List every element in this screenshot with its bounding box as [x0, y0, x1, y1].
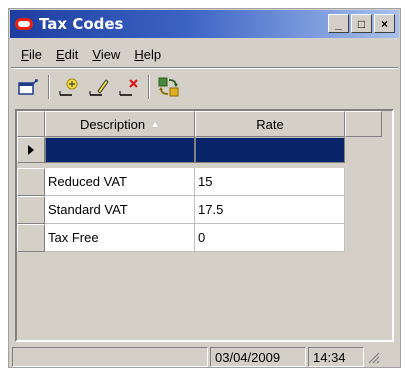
rate-cell[interactable]: 0	[195, 224, 345, 252]
resize-grip-icon[interactable]	[364, 347, 380, 367]
new-rate-cell[interactable]	[195, 137, 345, 163]
refresh-icon[interactable]	[156, 74, 182, 100]
menu-edit[interactable]: Edit	[49, 47, 85, 62]
table-row[interactable]: Standard VAT 17.5	[17, 196, 345, 224]
edit-record-icon[interactable]	[86, 74, 112, 100]
delete-record-icon[interactable]	[116, 74, 142, 100]
description-cell[interactable]: Tax Free	[45, 224, 195, 252]
menu-bar: File Edit View Help	[10, 42, 399, 66]
row-header[interactable]	[17, 196, 45, 224]
current-row-indicator-icon	[17, 137, 45, 163]
header-filler	[345, 111, 382, 137]
column-header-description[interactable]: Description ▲	[45, 111, 195, 137]
oracle-logo-icon	[15, 18, 33, 30]
toolbar	[10, 70, 399, 104]
window-title: Tax Codes	[39, 15, 124, 33]
menu-view[interactable]: View	[85, 47, 127, 62]
menu-file[interactable]: File	[14, 47, 49, 62]
row-header[interactable]	[17, 224, 45, 252]
new-description-cell[interactable]	[45, 137, 195, 163]
status-date: 03/04/2009	[210, 347, 306, 367]
status-message-panel	[12, 347, 208, 367]
column-header-rate[interactable]: Rate	[195, 111, 345, 137]
status-time: 14:34	[308, 347, 364, 367]
status-bar: 03/04/2009 14:34	[12, 347, 397, 367]
rate-cell[interactable]: 15	[195, 168, 345, 196]
tax-codes-window: Tax Codes _ □ × File Edit View Help Desc…	[8, 8, 401, 368]
header-corner	[17, 111, 45, 137]
toolbar-divider	[48, 75, 50, 99]
table-row[interactable]: Reduced VAT 15	[17, 168, 345, 196]
menu-help[interactable]: Help	[127, 47, 168, 62]
add-record-icon[interactable]	[56, 74, 82, 100]
minimize-button[interactable]: _	[328, 14, 349, 33]
maximize-button[interactable]: □	[351, 14, 372, 33]
description-cell[interactable]: Reduced VAT	[45, 168, 195, 196]
description-cell[interactable]: Standard VAT	[45, 196, 195, 224]
title-bar[interactable]: Tax Codes _ □ ×	[10, 10, 399, 38]
new-record-row[interactable]	[17, 137, 345, 163]
menu-divider	[11, 67, 398, 69]
grid-header: Description ▲ Rate	[17, 111, 382, 137]
toolbar-divider	[148, 75, 150, 99]
close-button[interactable]: ×	[374, 14, 395, 33]
row-header[interactable]	[17, 168, 45, 196]
rate-cell[interactable]: 17.5	[195, 196, 345, 224]
sort-ascending-icon: ▲	[150, 118, 160, 130]
tax-codes-grid: Description ▲ Rate Reduced VAT 15 Standa…	[15, 109, 394, 342]
window-icon[interactable]	[16, 74, 42, 100]
table-row[interactable]: Tax Free 0	[17, 224, 345, 252]
